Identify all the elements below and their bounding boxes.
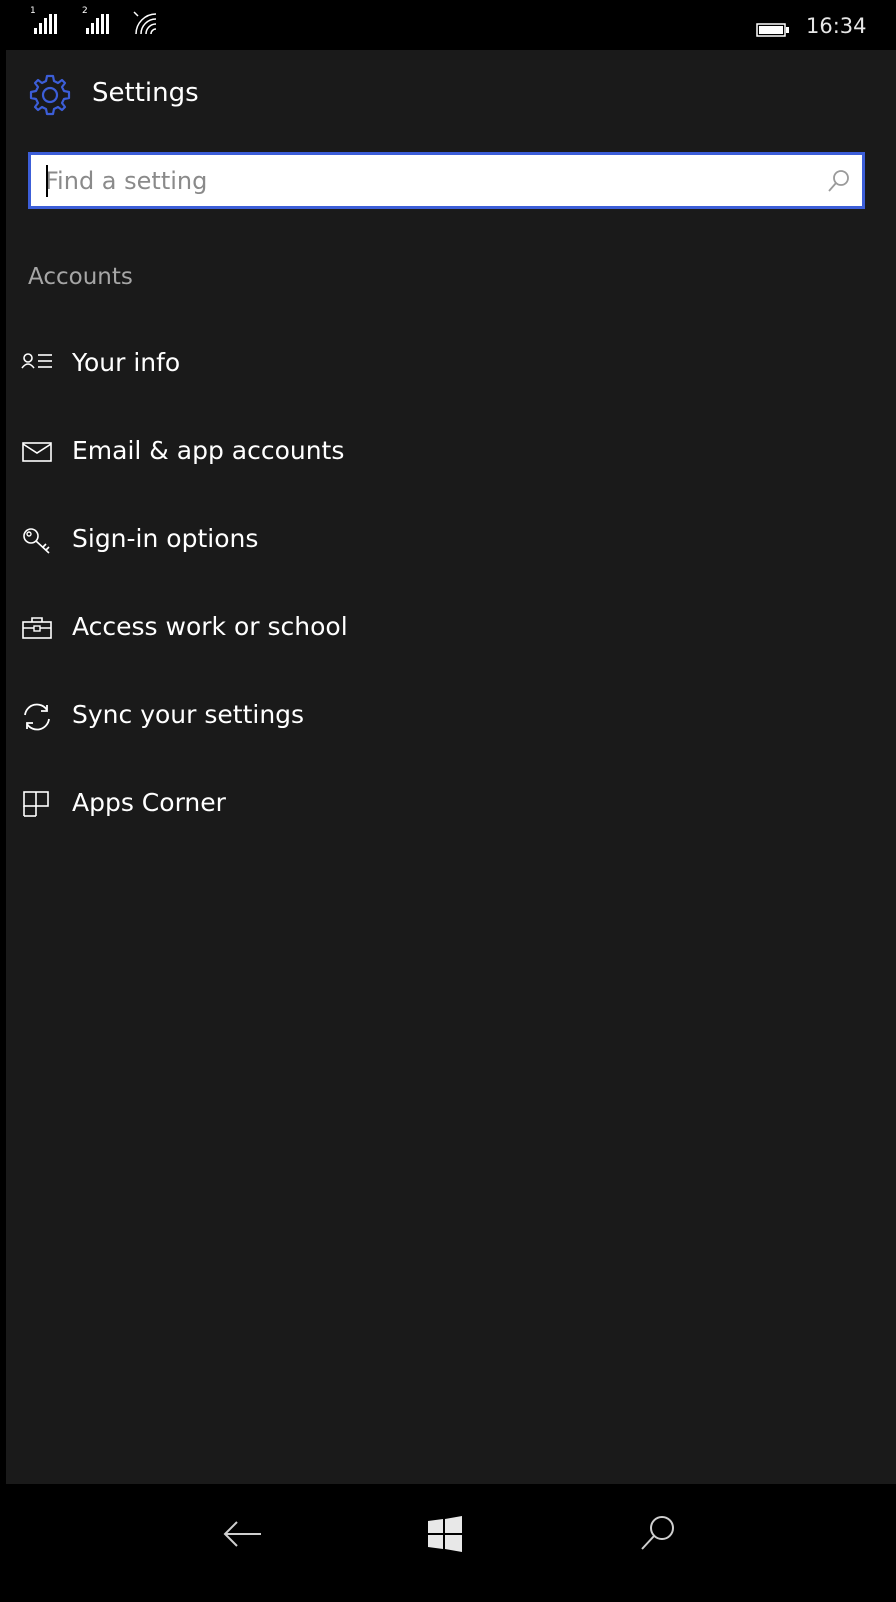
signal-sim1-icon: 1 (30, 6, 64, 36)
key-icon (20, 526, 54, 556)
mail-icon (20, 438, 54, 468)
search-icon[interactable] (826, 168, 852, 194)
battery-icon (756, 22, 789, 37)
briefcase-icon (20, 614, 54, 644)
windows-logo-icon[interactable] (415, 1504, 475, 1564)
menu-item-label: Sync your settings (72, 700, 305, 729)
clock: 16:34 (806, 14, 867, 38)
menu-item-label: Apps Corner (72, 788, 226, 817)
search-input[interactable] (45, 155, 805, 206)
gear-icon (26, 72, 72, 118)
menu-item-label: Access work or school (72, 612, 348, 641)
menu-item-sign-in-options[interactable]: Sign-in options (0, 504, 890, 580)
back-arrow-icon[interactable] (213, 1504, 273, 1564)
content-area (6, 0, 896, 1515)
text-caret (46, 165, 48, 197)
signal-sim2-icon: 2 (82, 6, 116, 36)
search-box[interactable] (28, 152, 865, 209)
wifi-icon (130, 8, 160, 36)
menu-item-access-work-school[interactable]: Access work or school (0, 592, 890, 668)
menu-item-label: Email & app accounts (72, 436, 345, 465)
section-heading-accounts: Accounts (28, 264, 133, 290)
sim1-number: 1 (30, 6, 36, 16)
menu-item-label: Your info (72, 348, 181, 377)
status-bar: 1 2 16:34 (6, 0, 896, 50)
person-list-icon (20, 350, 54, 380)
menu-item-your-info[interactable]: Your info (0, 328, 890, 404)
apps-corner-icon (20, 790, 54, 820)
menu-item-label: Sign-in options (72, 524, 259, 553)
menu-item-sync-settings[interactable]: Sync your settings (0, 680, 890, 756)
settings-screen: 1 2 16:34 Settings Find a setting Accoun… (0, 0, 896, 1602)
sync-icon (20, 702, 54, 732)
search-icon[interactable] (628, 1504, 688, 1564)
page-title: Settings (92, 78, 199, 108)
menu-item-email-app-accounts[interactable]: Email & app accounts (0, 416, 890, 492)
sim2-number: 2 (82, 6, 88, 16)
navigation-bar (6, 1484, 896, 1602)
menu-item-apps-corner[interactable]: Apps Corner (0, 768, 890, 844)
